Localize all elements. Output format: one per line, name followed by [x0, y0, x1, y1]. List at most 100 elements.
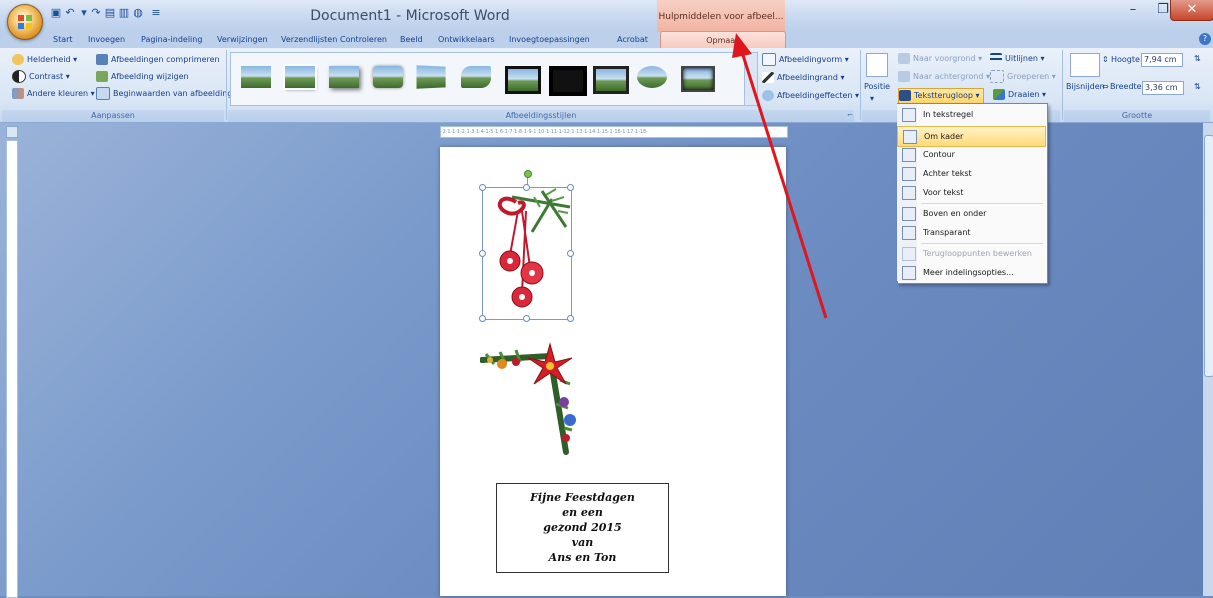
menu-label: Terugloop­punten bewerken — [923, 249, 1032, 258]
afbeeldingrand-button[interactable]: Afbeeldingrand ▾ — [762, 71, 845, 85]
menu-item-in-tekstregel[interactable]: In tekstregel — [897, 105, 1046, 124]
afbeeldingvorm-button[interactable]: Afbeeldingvorm ▾ — [762, 53, 849, 67]
tekstterugloop-label: Tekstterugloop ▾ — [914, 91, 980, 100]
picture-style-thumb[interactable] — [589, 60, 629, 94]
thumb-image — [681, 66, 715, 92]
menu-item-meer-opties[interactable]: Meer indelingsopties... — [897, 263, 1046, 282]
tab-verwijzingen[interactable]: Verwijzingen — [217, 33, 268, 47]
tab-verzendlijsten[interactable]: Verzendlijsten — [281, 33, 337, 47]
picture-style-thumb[interactable] — [369, 60, 407, 94]
tab-beeld[interactable]: Beeld — [400, 33, 423, 47]
menu-item-voor-tekst[interactable]: Voor tekst — [897, 183, 1046, 202]
tab-start[interactable]: Start — [53, 33, 73, 47]
thumb-image — [593, 66, 629, 94]
menu-label: Meer indelingsopties... — [923, 268, 1014, 277]
beginwaarden-button[interactable]: Beginwaarden van afbeelding — [96, 87, 232, 101]
tab-acrobat[interactable]: Acrobat — [617, 33, 648, 47]
menu-item-contour[interactable]: Contour — [897, 145, 1046, 164]
picture-style-thumb[interactable] — [413, 60, 451, 94]
layout-options-icon — [902, 266, 916, 280]
dialog-launcher-icon[interactable]: ⌐ — [847, 111, 853, 119]
tab-opmaak[interactable]: Opmaak — [660, 31, 786, 49]
menu-label: Achter tekst — [923, 169, 972, 178]
breedte-spinner-icon[interactable]: ⇅ — [1194, 80, 1201, 94]
square-wrap-icon — [903, 130, 917, 144]
crop-icon[interactable] — [1070, 53, 1100, 77]
afbeelding-wijzigen-button[interactable]: Afbeelding wijzigen — [96, 70, 189, 84]
resize-handle[interactable] — [567, 315, 574, 322]
office-button[interactable] — [7, 4, 43, 40]
tab-ontwikkelaars[interactable]: Ontwikkelaars — [438, 33, 495, 47]
horizontal-ruler[interactable]: ·2·1·1·1·2·1·3·1·4·1·5·1·6·1·7·1·8·1·9·1… — [440, 126, 788, 138]
minimize-button[interactable]: – — [1118, 0, 1148, 20]
shape-icon — [762, 53, 776, 66]
afbeeldingeffecten-button[interactable]: Afbeeldingeffecten ▾ — [762, 89, 859, 103]
picture-style-thumb[interactable] — [545, 60, 587, 96]
contrast-button[interactable]: Contrast ▾ — [12, 70, 70, 84]
gallery-scroll[interactable] — [744, 52, 758, 106]
group-separator — [860, 50, 861, 120]
picture-style-thumb[interactable] — [677, 60, 715, 94]
greeting-textbox[interactable]: Fijne Feestdagen en een gezond 2015 van … — [496, 483, 669, 573]
tab-invoegtoepassingen[interactable]: Invoegtoepassingen — [509, 33, 590, 47]
resize-handle[interactable] — [479, 184, 486, 191]
group-label-afbeeldingsstijlen: Afbeeldingsstijlen — [228, 110, 854, 122]
wijzigen-label: Afbeelding wijzigen — [111, 72, 189, 81]
picture-style-thumb[interactable] — [501, 60, 541, 94]
position-icon[interactable] — [866, 53, 888, 77]
thumb-image — [461, 66, 491, 88]
comprimeren-button[interactable]: Afbeeldingen comprimeren — [96, 53, 220, 67]
ruler-toggle-icon[interactable] — [6, 126, 18, 138]
tab-pagina-indeling[interactable]: Pagina-indeling — [141, 33, 202, 47]
menu-item-om-kader[interactable]: Om kader — [897, 126, 1046, 147]
menu-label: Transparant — [923, 228, 971, 237]
close-button[interactable]: ✕ — [1170, 0, 1213, 21]
resize-handle[interactable] — [479, 250, 486, 257]
positie-button[interactable]: Positie — [864, 80, 890, 94]
picture-style-thumb[interactable] — [457, 60, 495, 94]
positie-dropdown-icon[interactable]: ▾ — [870, 92, 874, 106]
menu-label: In tekstregel — [923, 110, 974, 119]
helderheid-button[interactable]: Helderheid ▾ — [12, 53, 77, 67]
rotate-icon — [993, 89, 1005, 100]
uitlijnen-button[interactable]: Uitlijnen ▾ — [990, 52, 1045, 66]
help-icon[interactable]: ? — [1199, 33, 1211, 45]
resize-handle[interactable] — [479, 315, 486, 322]
vertical-ruler[interactable] — [6, 140, 18, 598]
hoogte-label: Hoogte: — [1111, 55, 1143, 64]
rotation-handle[interactable] — [524, 170, 532, 178]
tab-controleren[interactable]: Controleren — [340, 33, 387, 47]
andere-kleuren-label: Andere kleuren ▾ — [27, 89, 95, 98]
voorgrond-label: Naar voorgrond ▾ — [913, 54, 983, 63]
office-logo-icon — [18, 15, 32, 29]
picture-styles-gallery[interactable] — [230, 52, 745, 106]
draaien-button[interactable]: Draaien ▾ — [993, 88, 1046, 102]
resize-handle[interactable] — [567, 250, 574, 257]
bijsnijden-button[interactable]: Bijsnijden — [1066, 80, 1105, 94]
scrollbar-thumb[interactable] — [1204, 135, 1213, 377]
menu-item-boven-en-onder[interactable]: Boven en onder — [897, 204, 1046, 223]
picture-style-thumb[interactable] — [633, 60, 671, 94]
resize-handle[interactable] — [567, 184, 574, 191]
poinsettia-picture[interactable] — [480, 340, 584, 458]
greeting-line-4: van — [571, 536, 594, 549]
breedte-label: Breedte: — [1110, 82, 1145, 91]
menu-item-achter-tekst[interactable]: Achter tekst — [897, 164, 1046, 183]
resize-handle[interactable] — [523, 315, 530, 322]
hoogte-spinner-icon[interactable]: ⇅ — [1194, 52, 1201, 66]
greeting-line-2: en een — [562, 506, 603, 519]
tekstterugloop-button[interactable]: Tekstterugloop ▾ — [898, 88, 984, 104]
picture-style-thumb[interactable] — [281, 60, 319, 94]
menu-item-transparant[interactable]: Transparant — [897, 223, 1046, 242]
menu-label: Om kader — [924, 132, 964, 141]
picture-style-thumb[interactable] — [237, 60, 275, 94]
resize-handle[interactable] — [523, 184, 530, 191]
tab-invoegen[interactable]: Invoegen — [88, 33, 125, 47]
top-bottom-wrap-icon — [902, 207, 916, 221]
thumb-image — [416, 65, 446, 89]
breedte-input[interactable]: 3,36 cm — [1142, 81, 1184, 95]
picture-style-thumb[interactable] — [325, 60, 363, 94]
selection-frame[interactable] — [482, 187, 572, 320]
hoogte-input[interactable]: 7,94 cm — [1141, 53, 1183, 67]
andere-kleuren-button[interactable]: Andere kleuren ▾ — [12, 87, 95, 101]
